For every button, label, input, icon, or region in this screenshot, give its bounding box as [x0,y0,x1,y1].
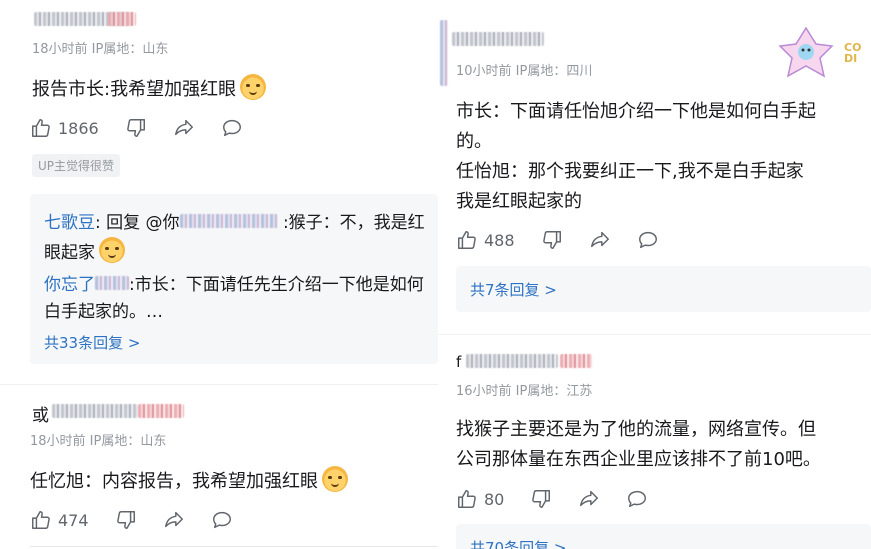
like-button[interactable]: 474 [30,509,89,531]
comment-actions: 474 [30,509,259,531]
dislike-button[interactable] [115,509,137,531]
comment-actions: 488 [456,229,685,251]
comment-text: 报告市长:我希望加强红眼 [32,74,267,104]
share-icon [174,119,193,136]
share-icon [590,231,609,248]
comment-button[interactable] [211,509,233,531]
share-button[interactable] [589,229,611,251]
doge-emoji-icon [240,74,267,100]
view-all-replies-link[interactable]: 共33条回复 > [44,332,140,353]
like-count: 488 [484,230,515,250]
comment-body: 报告市长:我希望加强红眼 [32,79,237,100]
reply-mention: : 回复 @你 [95,213,180,233]
comment-text-line: 市长：下面请任怡旭介绍一下他是如何白手起 [456,101,816,122]
reply-username[interactable]: 你忘了 [44,275,95,295]
comment-button[interactable] [626,488,648,510]
username[interactable]: f [456,348,461,376]
comment-meta: 18小时前 IP属地：山东 [30,434,167,449]
mention-blurred[interactable] [179,214,278,228]
like-button[interactable]: 488 [456,229,515,251]
up-liked-badge: UP主觉得很赞 [32,154,121,177]
comment-icon [628,490,647,508]
comment-button[interactable] [221,117,243,139]
decoration-sticker-icon [778,26,834,78]
comment-separator [438,334,871,335]
dislike-button[interactable] [541,229,563,251]
thumb-down-icon [126,119,145,137]
comment-separator [0,384,440,385]
doge-emoji-icon [322,466,348,492]
like-count: 1866 [58,118,99,138]
comment-button[interactable] [637,229,659,251]
doge-emoji-icon [99,237,125,263]
comment-text-line: 的。 [456,131,492,152]
share-button[interactable] [578,488,600,510]
comment-actions: 80 [456,488,674,510]
like-button[interactable]: 1866 [30,117,99,139]
right-comment-panel: 10小时前 IP属地：四川 CO DI 市长：下面请任怡旭介绍一下他是如何白手起… [438,18,871,549]
reply-item[interactable]: 你忘了:市长：下面请任先生介绍一下他是如何白手起家的。… [44,272,436,326]
comment-meta: 18小时前 IP属地：山东 [32,42,169,57]
comment-text-line: 我是红眼起家的 [456,191,582,212]
thumb-up-icon [458,231,476,249]
thumb-down-icon [116,511,135,529]
user-badge-blurred [108,12,136,26]
thumb-down-icon [542,231,561,249]
dislike-button[interactable] [530,488,552,510]
comment-separator [30,546,440,547]
reply-item[interactable]: 七歌豆: 回复 @你 :猴子：不，我是红眼起家 [44,210,436,267]
share-icon [580,490,599,507]
username[interactable]: 或 [32,402,49,430]
thumb-up-icon [32,119,50,137]
comment-meta: 16小时前 IP属地：江苏 [456,384,593,399]
comment-actions: 1866 [30,117,269,139]
view-all-replies-link[interactable]: 共7条回复 > [470,279,557,300]
comment-meta: 10小时前 IP属地：四川 [456,64,593,79]
comment-text-line: 公司那体量在东西企业里应该排不了前10吧。 [456,449,821,470]
comment-icon [222,119,241,137]
view-all-replies-link[interactable]: 共70条回复 > [470,537,566,549]
comment-icon [212,511,231,529]
username-blurred [95,276,129,290]
avatar-blurred[interactable] [440,20,448,86]
thumb-up-icon [32,511,50,529]
user-badge-blurred [560,354,592,368]
comment-body: 任忆旭：内容报告，我希望加强红眼 [30,471,318,492]
like-count: 80 [484,489,505,509]
like-count: 474 [58,510,89,530]
thumb-down-icon [532,490,551,508]
reply-username[interactable]: 七歌豆 [44,213,95,233]
username-blurred[interactable] [452,32,544,46]
comment-icon [638,231,657,249]
like-button[interactable]: 80 [456,488,504,510]
comment-text-line: 任怡旭：那个我要纠正一下,我不是白手起家 [456,161,804,182]
comment-text-line: 找猴子主要还是为了他的流量，网络宣传。但 [456,419,816,440]
share-icon [164,511,183,528]
user-badge-blurred [138,404,184,418]
username-blurred[interactable] [52,404,138,418]
thumb-up-icon [458,490,476,508]
comment-text: 任忆旭：内容报告，我希望加强红眼 [30,466,348,496]
share-button[interactable] [163,509,185,531]
dislike-button[interactable] [125,117,147,139]
logo-text: CO DI [844,41,862,65]
share-button[interactable] [173,117,195,139]
username-blurred[interactable] [466,354,558,368]
left-comment-panel: 18小时前 IP属地：山东 报告市长:我希望加强红眼 1866 UP主觉得很赞 … [0,0,440,549]
